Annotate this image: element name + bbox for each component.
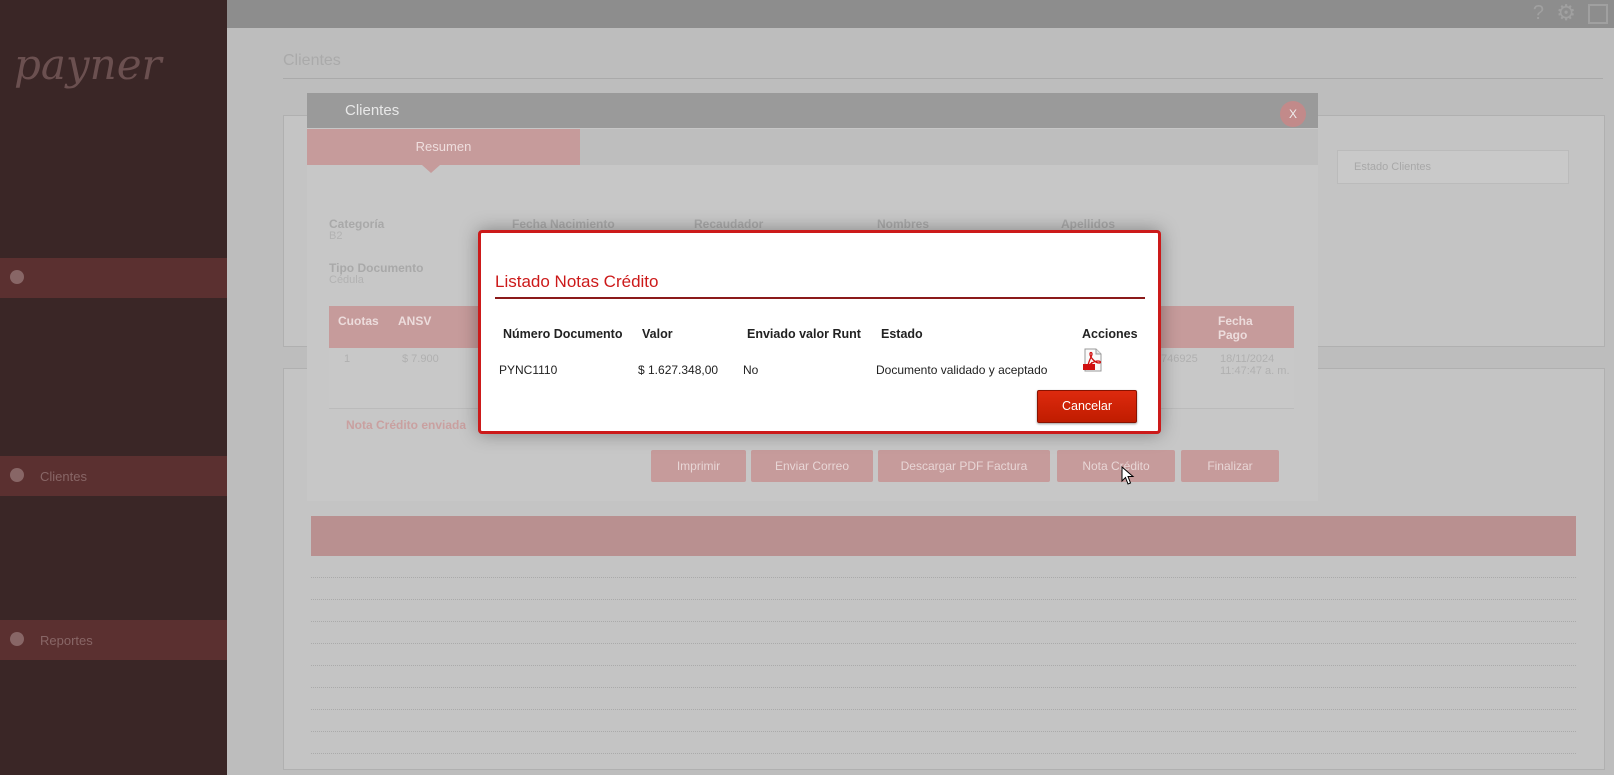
table-header [311, 516, 1576, 556]
page-title: Clientes [283, 52, 341, 69]
estado-select[interactable]: Estado Clientes [1337, 150, 1569, 184]
nombres-label: Nombres [877, 217, 930, 231]
fecha-nacimiento-label: Fecha Nacimiento [512, 217, 615, 231]
close-button[interactable]: X [1280, 101, 1306, 127]
categoria-value: B2 [329, 230, 343, 242]
sidebar: payner Clientes Reportes [0, 0, 227, 775]
descargar-pdf-button[interactable]: Descargar PDF Factura [878, 450, 1050, 482]
table-row[interactable] [311, 578, 1576, 600]
logo-text: payner [14, 40, 162, 89]
tipo-documento-label: Tipo Documento [329, 261, 424, 275]
menu-icon [10, 270, 24, 284]
tab-indicator [422, 165, 440, 173]
finalizar-button[interactable]: Finalizar [1181, 450, 1279, 482]
title-divider [495, 297, 1145, 299]
header-numero-documento: Número Documento [503, 327, 623, 341]
clientes-modal-header: Clientes X [307, 93, 1318, 128]
help-icon[interactable]: ? [1533, 2, 1544, 25]
mouse-cursor-icon [1121, 466, 1135, 485]
divider [283, 78, 1603, 79]
cell-valor: $ 1.627.348,00 [638, 363, 719, 377]
sidebar-section-clientes[interactable]: Clientes [0, 456, 227, 496]
estado-placeholder: Estado Clientes [1354, 161, 1432, 173]
user-icon [10, 632, 24, 646]
dialog-title: Listado Notas Crédito [495, 272, 659, 291]
exit-icon[interactable] [1588, 4, 1608, 24]
table-row[interactable] [311, 622, 1576, 644]
user-icon [10, 468, 24, 482]
cell-ref: 746925 [1161, 353, 1198, 365]
nota-credito-button[interactable]: Nota Crédito [1057, 450, 1175, 482]
table-row[interactable] [311, 688, 1576, 710]
header-cuotas: Cuotas [338, 314, 379, 328]
cell-enviado-valor-runt: No [743, 363, 759, 377]
table-row[interactable] [311, 666, 1576, 688]
table-row[interactable] [311, 556, 1576, 578]
sidebar-section-1[interactable] [0, 258, 227, 298]
notas-credito-dialog: Listado Notas Crédito Número Documento V… [478, 230, 1161, 434]
table-row[interactable] [311, 732, 1576, 754]
cancelar-button[interactable]: Cancelar [1037, 390, 1137, 423]
sidebar-section-label: Clientes [40, 469, 87, 484]
categoria-label: Categoría [329, 217, 385, 231]
apellidos-label: Apellidos [1061, 217, 1116, 231]
header-acciones: Acciones [1082, 327, 1138, 341]
enviar-correo-button[interactable]: Enviar Correo [751, 450, 873, 482]
header-enviado-valor-runt: Enviado valor Runt [747, 327, 861, 341]
tab-strip: Resumen [307, 129, 1318, 173]
app-logo: payner [14, 40, 162, 89]
tab-resumen[interactable]: Resumen [307, 129, 580, 165]
tipo-documento-value: Cédula [329, 274, 364, 286]
gear-icon[interactable]: ⚙ [1556, 0, 1576, 26]
recaudador-label: Recaudador [694, 217, 764, 231]
nota-credito-enviada-text: Nota Crédito enviada [346, 418, 467, 432]
header-estado: Estado [881, 327, 923, 341]
table-row[interactable] [311, 600, 1576, 622]
clientes-modal-title: Clientes [345, 102, 400, 119]
cell-cuotas: 1 [344, 353, 351, 365]
sidebar-section-label: Reportes [40, 633, 93, 648]
table-row[interactable] [311, 644, 1576, 666]
pdf-icon[interactable] [1081, 348, 1105, 372]
cell-numero-documento: PYNC1110 [499, 363, 558, 377]
cell-ansv: $ 7.900 [402, 353, 439, 365]
sidebar-section-reportes[interactable]: Reportes [0, 620, 227, 660]
header-valor: Valor [642, 327, 673, 341]
header-ansv: ANSV [398, 314, 432, 328]
imprimir-button[interactable]: Imprimir [651, 450, 746, 482]
header-fecha-pago: Fecha Pago [1218, 314, 1253, 342]
top-bar: ? ⚙ [227, 0, 1614, 28]
cell-fecha-pago: 18/11/2024 11:47:47 a. m. [1220, 353, 1290, 377]
cell-estado: Documento validado y aceptado [876, 363, 1048, 377]
table-row[interactable] [311, 710, 1576, 732]
clients-table [311, 516, 1576, 754]
